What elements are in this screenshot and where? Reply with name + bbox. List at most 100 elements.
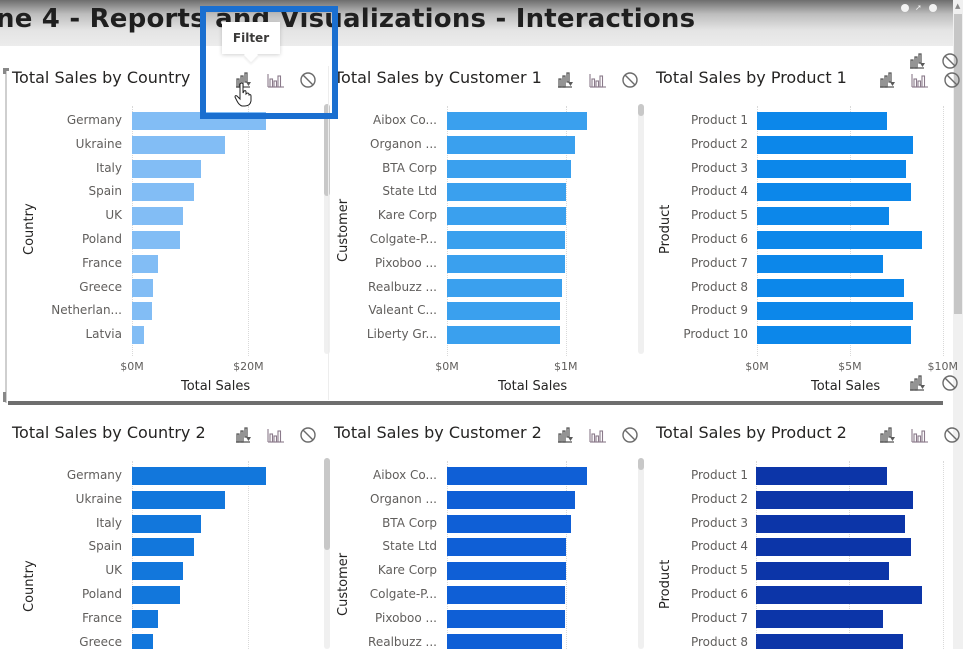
highlight-interaction-icon[interactable]: [266, 426, 286, 444]
category-label[interactable]: Germany: [8, 113, 122, 127]
scrollbar-thumb[interactable]: [638, 458, 644, 470]
bar[interactable]: [756, 538, 911, 557]
category-label[interactable]: Product 7: [652, 611, 748, 625]
bar[interactable]: [132, 159, 202, 178]
category-label[interactable]: State Ltd: [330, 184, 437, 198]
bar[interactable]: [757, 159, 906, 178]
bar[interactable]: [132, 538, 195, 557]
bar[interactable]: [756, 514, 906, 533]
bar[interactable]: [132, 326, 145, 345]
bar[interactable]: [447, 609, 565, 628]
category-label[interactable]: Latvia: [8, 327, 122, 341]
bar[interactable]: [757, 231, 923, 249]
bar[interactable]: [757, 183, 912, 202]
no-interaction-icon[interactable]: [940, 374, 960, 392]
highlight-interaction-icon[interactable]: [910, 426, 930, 444]
category-label[interactable]: Greece: [8, 280, 122, 294]
category-label[interactable]: France: [8, 256, 122, 270]
bar[interactable]: [447, 633, 563, 649]
category-label[interactable]: Product 2: [652, 492, 748, 506]
scrollbar-thumb[interactable]: [638, 104, 644, 116]
bar[interactable]: [447, 207, 566, 226]
category-label[interactable]: Organon ...: [330, 492, 437, 506]
bar[interactable]: [756, 609, 883, 628]
visual-scrollbar[interactable]: [638, 104, 644, 354]
bar[interactable]: [132, 514, 202, 533]
bar[interactable]: [756, 562, 889, 581]
category-label[interactable]: Product 7: [652, 256, 748, 270]
category-label[interactable]: Product 4: [652, 539, 748, 553]
filter-interaction-icon[interactable]: [908, 52, 928, 70]
category-label[interactable]: Ukraine: [8, 492, 122, 506]
bar[interactable]: [447, 302, 560, 321]
bar[interactable]: [757, 326, 912, 345]
bar[interactable]: [132, 302, 152, 321]
bar[interactable]: [447, 135, 576, 154]
bar[interactable]: [756, 467, 887, 485]
category-label[interactable]: Liberty Gr...: [330, 327, 437, 341]
category-label[interactable]: Product 3: [652, 516, 748, 530]
category-label[interactable]: Spain: [8, 539, 122, 553]
bar[interactable]: [447, 586, 565, 604]
bar[interactable]: [447, 490, 576, 509]
bar[interactable]: [132, 207, 184, 226]
bar[interactable]: [756, 586, 923, 604]
category-label[interactable]: Product 1: [652, 113, 748, 127]
category-label[interactable]: Product 3: [652, 161, 748, 175]
bar[interactable]: [757, 207, 889, 226]
category-label[interactable]: France: [8, 611, 122, 625]
category-label[interactable]: Product 9: [652, 303, 748, 317]
bar[interactable]: [757, 302, 913, 321]
category-label[interactable]: Ukraine: [8, 137, 122, 151]
bar[interactable]: [447, 538, 566, 557]
selection-corner-handle[interactable]: [3, 68, 9, 74]
bar[interactable]: [132, 609, 159, 628]
bar[interactable]: [447, 278, 563, 297]
highlight-interaction-icon[interactable]: [910, 71, 930, 89]
bar[interactable]: [132, 183, 195, 202]
highlight-interaction-icon[interactable]: [588, 426, 608, 444]
category-label[interactable]: Italy: [8, 516, 122, 530]
category-label[interactable]: Product 8: [652, 280, 748, 294]
category-label[interactable]: Product 4: [652, 184, 748, 198]
info-icon[interactable]: [929, 4, 937, 12]
bar[interactable]: [132, 135, 225, 154]
bar[interactable]: [447, 112, 588, 130]
visual-scrollbar[interactable]: [638, 458, 644, 649]
no-interaction-icon[interactable]: [620, 426, 640, 444]
category-label[interactable]: Spain: [8, 184, 122, 198]
page-scrollbar[interactable]: ▲: [953, 0, 963, 649]
filter-interaction-icon[interactable]: [556, 71, 576, 89]
bar[interactable]: [757, 278, 904, 297]
category-label[interactable]: Product 8: [652, 635, 748, 649]
bar[interactable]: [757, 254, 884, 273]
bar[interactable]: [447, 467, 588, 485]
category-label[interactable]: BTA Corp: [330, 161, 437, 175]
bar[interactable]: [447, 183, 566, 202]
no-interaction-icon[interactable]: [940, 52, 960, 70]
category-label[interactable]: Italy: [8, 161, 122, 175]
category-label[interactable]: Organon ...: [330, 137, 437, 151]
scroll-up-arrow-icon[interactable]: ▲: [955, 2, 960, 10]
no-interaction-icon[interactable]: [298, 426, 318, 444]
highlight-interaction-icon[interactable]: [588, 71, 608, 89]
category-label[interactable]: Netherlan...: [8, 303, 122, 317]
no-interaction-icon[interactable]: [942, 71, 962, 89]
category-label[interactable]: Aibox Co...: [330, 113, 437, 127]
filter-interaction-icon[interactable]: [878, 71, 898, 89]
bar[interactable]: [447, 326, 560, 345]
bar[interactable]: [447, 159, 571, 178]
category-label[interactable]: Realbuzz ...: [330, 280, 437, 294]
share-icon[interactable]: ➚: [915, 4, 923, 12]
category-label[interactable]: Product 1: [652, 468, 748, 482]
bar[interactable]: [132, 467, 267, 485]
bar[interactable]: [756, 490, 913, 509]
filter-interaction-icon[interactable]: [908, 374, 928, 392]
bar[interactable]: [132, 278, 153, 297]
category-label[interactable]: Germany: [8, 468, 122, 482]
bar[interactable]: [447, 514, 571, 533]
selection-corner-handle[interactable]: [3, 392, 6, 402]
category-label[interactable]: Product 2: [652, 137, 748, 151]
bar[interactable]: [447, 562, 566, 581]
bar[interactable]: [132, 254, 159, 273]
